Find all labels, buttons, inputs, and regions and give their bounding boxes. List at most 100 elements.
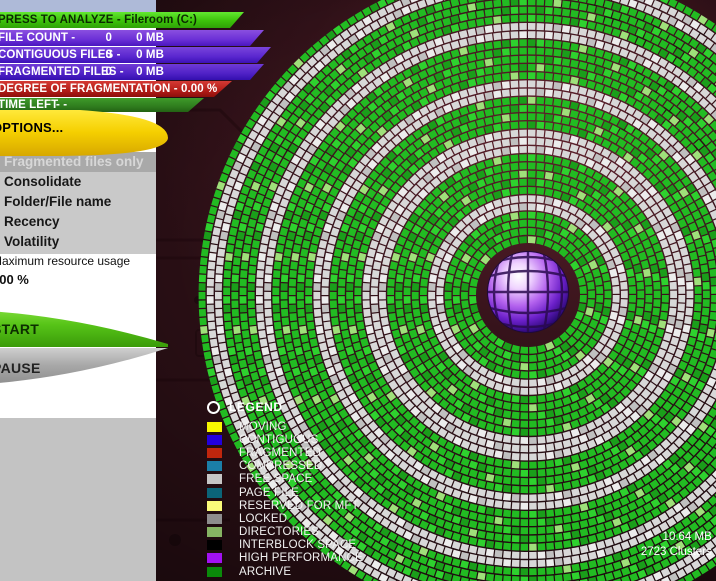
cluster-cell [265, 257, 274, 266]
cluster-cell [286, 162, 297, 173]
cluster-cell [493, 98, 502, 107]
legend-item: INTERBLOCK SPACE [205, 539, 363, 552]
cluster-cell [503, 493, 512, 501]
cluster-cell [569, 118, 579, 127]
cluster-cell [618, 469, 629, 479]
cluster-cell [554, 399, 564, 408]
cluster-cell [587, 21, 596, 30]
cluster-cell [467, 36, 477, 45]
cluster-cell [294, 235, 303, 245]
option-item[interactable]: Recency [0, 212, 156, 232]
cluster-cell [315, 325, 324, 335]
cluster-cell [591, 248, 602, 259]
cluster-cell [518, 219, 527, 228]
cluster-cell [232, 265, 240, 274]
cluster-cell [262, 138, 273, 149]
cluster-cell [537, 361, 546, 370]
cluster-cell [459, 63, 469, 73]
cluster-cell [317, 248, 326, 258]
cluster-cell [393, 18, 404, 28]
cluster-cell [451, 324, 461, 335]
cluster-cell [198, 274, 207, 283]
cluster-cell [494, 508, 503, 517]
options-list[interactable]: Fragmented files only Consolidate Folder/F… [0, 152, 156, 254]
cluster-cell [261, 346, 270, 356]
cluster-cell [388, 312, 397, 322]
cluster-cell [644, 0, 654, 6]
cluster-cell [494, 450, 503, 459]
cluster-cell [684, 384, 694, 394]
cluster-cell [537, 436, 546, 444]
cluster-cell [577, 276, 586, 286]
cluster-cell [529, 560, 537, 567]
cluster-cell [696, 361, 706, 371]
cluster-cell [429, 336, 439, 347]
cluster-cell [282, 257, 291, 266]
cluster-cell [544, 171, 554, 180]
option-item[interactable]: Consolidate [0, 172, 156, 192]
cluster-cell [705, 19, 715, 30]
cluster-cell [243, 177, 254, 187]
cluster-cell [494, 399, 504, 409]
cluster-cell [435, 544, 445, 554]
cluster-cell [380, 345, 390, 356]
cluster-cell [586, 55, 596, 64]
cluster-cell [331, 354, 340, 364]
cluster-cell [625, 114, 636, 125]
cluster-cell [570, 454, 580, 463]
cluster-cell [494, 525, 503, 533]
cluster-cell [595, 6, 605, 15]
cluster-cell [485, 439, 495, 449]
cluster-cell [544, 180, 554, 189]
cluster-cell [283, 150, 294, 161]
cluster-cell [279, 198, 289, 208]
analyze-button-bar[interactable]: PRESS TO ANALYZE - Fileroom (C:) [0, 12, 244, 28]
cluster-cell [451, 135, 462, 146]
cluster-cell [376, 357, 386, 368]
cluster-cell [304, 202, 314, 212]
cluster-cell [452, 172, 463, 182]
cluster-cell [387, 77, 398, 87]
option-item[interactable]: Folder/File name [0, 192, 156, 212]
cluster-cell [689, 328, 699, 338]
cluster-cell [625, 446, 636, 456]
cluster-cell [252, 123, 263, 133]
cluster-cell [520, 469, 528, 477]
cluster-cell [612, 286, 620, 294]
cluster-cell [554, 566, 563, 574]
cluster-cell [280, 300, 288, 309]
cluster-cell [404, 269, 413, 279]
cluster-cell [485, 388, 496, 398]
cluster-cell [641, 474, 652, 485]
cluster-cell [561, 58, 571, 67]
cluster-cell [349, 325, 358, 335]
cluster-cell [460, 517, 470, 527]
cluster-cell [322, 378, 332, 389]
cluster-cell [674, 230, 684, 241]
cluster-cell [333, 219, 343, 229]
cluster-cell [687, 243, 696, 253]
cluster-cell [484, 83, 494, 92]
cluster-cell [338, 296, 345, 304]
cluster-cell [475, 76, 485, 85]
cluster-cell [579, 460, 589, 469]
cluster-cell [501, 15, 510, 23]
cluster-cell [347, 15, 358, 26]
cluster-cell [529, 568, 537, 576]
cluster-cell [421, 269, 430, 279]
cluster-cell [537, 403, 546, 411]
cluster-cell [409, 46, 420, 57]
cluster-cell [410, 569, 420, 580]
cluster-cell [460, 543, 470, 552]
cluster-cell [611, 303, 620, 312]
cluster-cell [240, 313, 248, 322]
cluster-cell [291, 330, 300, 339]
cluster-cell [450, 49, 460, 58]
cluster-cell [618, 460, 629, 470]
cluster-cell [399, 325, 408, 335]
cluster-cell [579, 570, 589, 579]
option-item[interactable]: Volatility [0, 232, 156, 252]
cluster-cell [354, 211, 364, 221]
cluster-cell [476, 144, 486, 154]
cluster-cell [553, 346, 563, 356]
